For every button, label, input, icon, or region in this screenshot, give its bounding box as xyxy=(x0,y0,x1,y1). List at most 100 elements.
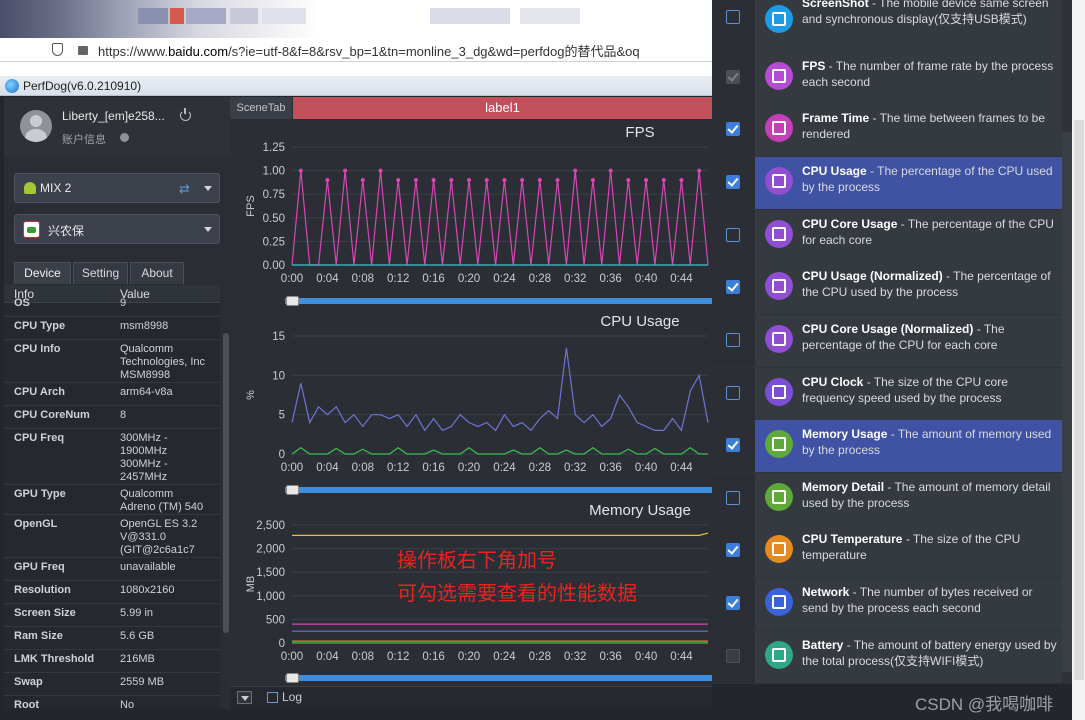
perf-item-cpu-usage-normalized[interactable]: CPU Usage (Normalized) - The percentage … xyxy=(712,262,1062,314)
perf-item-name: ScreenShot xyxy=(802,0,869,10)
perf-item-text: CPU Core Usage - The percentage of the C… xyxy=(802,216,1060,248)
memory-timeline-handle[interactable] xyxy=(286,673,299,683)
chart-point xyxy=(555,178,560,183)
perf-item-body[interactable]: CPU Usage (Normalized) - The percentage … xyxy=(755,262,1062,314)
perf-item-fps[interactable]: FPS - The number of frame rate by the pr… xyxy=(712,52,1062,104)
perf-item-check-cell xyxy=(712,0,755,52)
perf-item-check-cell xyxy=(712,525,755,577)
perf-item-checkbox[interactable] xyxy=(726,386,740,400)
perf-item-check-cell xyxy=(712,52,755,104)
app-select[interactable]: 兴农保 xyxy=(14,214,220,244)
info-scrollbar-thumb[interactable] xyxy=(223,333,229,633)
perf-item-checkbox[interactable] xyxy=(726,280,740,294)
chart-point xyxy=(449,178,454,183)
perf-item-body[interactable]: FPS - The number of frame rate by the pr… xyxy=(755,52,1062,104)
perf-item-body[interactable]: Network - The number of bytes received o… xyxy=(755,578,1062,630)
perf-item-body[interactable]: CPU Core Usage - The percentage of the C… xyxy=(755,210,1062,262)
chart-point xyxy=(343,168,348,173)
chart-ytick-label: 0 xyxy=(279,449,285,461)
chart-xtick-label: 0:36 xyxy=(599,273,621,285)
window-edge-mark xyxy=(1074,120,1084,680)
perf-item-body[interactable]: CPU Core Usage (Normalized) - The percen… xyxy=(755,315,1062,367)
chart-ylabel: FPS xyxy=(245,195,257,216)
perf-item-checkbox[interactable] xyxy=(726,10,740,24)
perf-item-body[interactable]: Memory Detail - The amount of memory det… xyxy=(755,473,1062,525)
log-checkbox[interactable] xyxy=(267,692,278,703)
chart-point xyxy=(590,178,595,183)
perf-item-text: Memory Usage - The amount of memory used… xyxy=(802,426,1060,458)
perf-item-battery[interactable]: Battery - The amount of battery energy u… xyxy=(712,631,1062,683)
perf-item-body[interactable]: CPU Temperature - The size of the CPU te… xyxy=(755,525,1062,577)
perf-item-body[interactable]: Memory Usage - The amount of memory used… xyxy=(755,420,1062,472)
power-icon[interactable] xyxy=(180,108,191,121)
account-info-link[interactable]: 账户信息 xyxy=(62,131,106,147)
tab-device[interactable]: Device xyxy=(14,262,71,284)
perf-item-cpu-temperature[interactable]: CPU Temperature - The size of the CPU te… xyxy=(712,525,1062,577)
perf-item-checkbox[interactable] xyxy=(726,543,740,557)
cpu-timeline-scrollbar[interactable] xyxy=(285,487,712,493)
info-row: Ram Size 5.6 GB xyxy=(4,627,220,650)
info-row: GPU Type Qualcomm Adreno (TM) 540 xyxy=(4,485,220,515)
label-bar[interactable]: label1 xyxy=(293,97,712,119)
perf-item-cpu-clock[interactable]: CPU Clock - The size of the CPU core fre… xyxy=(712,368,1062,420)
collapse-button[interactable] xyxy=(237,691,252,704)
perf-item-cpu-core-usage[interactable]: CPU Core Usage - The percentage of the C… xyxy=(712,210,1062,262)
fps-timeline-scrollbar[interactable] xyxy=(285,298,712,304)
tab-setting[interactable]: Setting xyxy=(73,262,128,284)
chart-xtick-label: 0:04 xyxy=(316,651,339,663)
chart-xtick-label: 0:20 xyxy=(458,273,480,285)
chart-point xyxy=(626,178,631,183)
perf-item-body[interactable]: ScreenShot - The mobile device same scre… xyxy=(755,0,1062,52)
info-row: CPU Info Qualcomm Technologies, Inc MSM89… xyxy=(4,340,220,383)
perf-item-checkbox[interactable] xyxy=(726,596,740,610)
perf-item-checkbox[interactable] xyxy=(726,438,740,452)
info-key: Root xyxy=(14,699,40,709)
chart-ylabel: MB xyxy=(245,576,257,593)
cpu-timeline-handle[interactable] xyxy=(286,485,299,495)
chart-area: SceneTab label1 FPS FPS 0.00 0.25 0.50 0.75 1.… xyxy=(230,97,712,709)
chart-point xyxy=(661,178,666,183)
perf-item-frame-time[interactable]: Frame Time - The time between frames to … xyxy=(712,104,1062,156)
device-select[interactable]: MIX 2 ⇄ xyxy=(14,173,220,203)
perf-item-screenshot[interactable]: ScreenShot - The mobile device same scre… xyxy=(712,0,1062,52)
perf-item-network[interactable]: Network - The number of bytes received o… xyxy=(712,578,1062,630)
memory-timeline-scrollbar[interactable] xyxy=(285,675,712,681)
tab-about[interactable]: About xyxy=(130,262,184,284)
connection-icon[interactable]: ⇄ xyxy=(179,181,193,196)
info-key: Resolution xyxy=(14,584,71,596)
perf-item-body[interactable]: CPU Usage - The percentage of the CPU us… xyxy=(755,157,1062,209)
chart-xtick-label: 0:44 xyxy=(670,273,693,285)
perf-item-checkbox[interactable] xyxy=(726,122,740,136)
info-value: 1080x2160 xyxy=(120,584,175,596)
chart-xtick-label: 0:16 xyxy=(422,651,444,663)
info-value: arm64-v8a xyxy=(120,386,173,398)
panel-scrollbar-track[interactable] xyxy=(1062,132,1072,672)
scene-tab[interactable]: SceneTab xyxy=(230,97,292,119)
avatar[interactable] xyxy=(20,110,52,142)
chart-xtick-label: 0:00 xyxy=(281,651,303,663)
perf-item-cpu-usage[interactable]: CPU Usage - The percentage of the CPU us… xyxy=(712,157,1062,209)
chart-xtick-label: 0:44 xyxy=(670,651,693,663)
perf-item-checkbox[interactable] xyxy=(726,228,740,242)
perf-item-checkbox[interactable] xyxy=(726,175,740,189)
chart-point xyxy=(396,178,401,183)
user-name[interactable]: Liberty_[em]e258... xyxy=(62,109,165,123)
url-text[interactable]: https://www.baidu.com/s?ie=utf-8&f=8&rsv… xyxy=(98,41,640,60)
perf-item-text: Memory Detail - The amount of memory det… xyxy=(802,479,1060,511)
perf-item-body[interactable]: Frame Time - The time between frames to … xyxy=(755,104,1062,156)
perf-item-check-cell xyxy=(712,631,755,683)
perf-item-memory-usage[interactable]: Memory Usage - The amount of memory used… xyxy=(712,420,1062,472)
perf-item-checkbox xyxy=(726,649,740,663)
info-value: OpenGL ES 3.2 V@331.0 (GIT@2c6a1c7 xyxy=(120,518,198,556)
info-scrollbar[interactable] xyxy=(222,285,230,709)
perf-item-cpu-core-usage-normalized[interactable]: CPU Core Usage (Normalized) - The percen… xyxy=(712,315,1062,367)
perf-item-memory-detail[interactable]: Memory Detail - The amount of memory det… xyxy=(712,473,1062,525)
perf-item-body[interactable]: CPU Clock - The size of the CPU core fre… xyxy=(755,368,1062,420)
info-key: CPU Freq xyxy=(14,432,65,444)
perf-item-body[interactable]: Battery - The amount of battery energy u… xyxy=(755,631,1062,683)
perf-item-checkbox[interactable] xyxy=(726,491,740,505)
fps-timeline-handle[interactable] xyxy=(286,296,299,306)
perf-item-checkbox[interactable] xyxy=(726,333,740,347)
chip-glyph-icon xyxy=(772,121,786,135)
perf-item-text: CPU Clock - The size of the CPU core fre… xyxy=(802,374,1060,406)
